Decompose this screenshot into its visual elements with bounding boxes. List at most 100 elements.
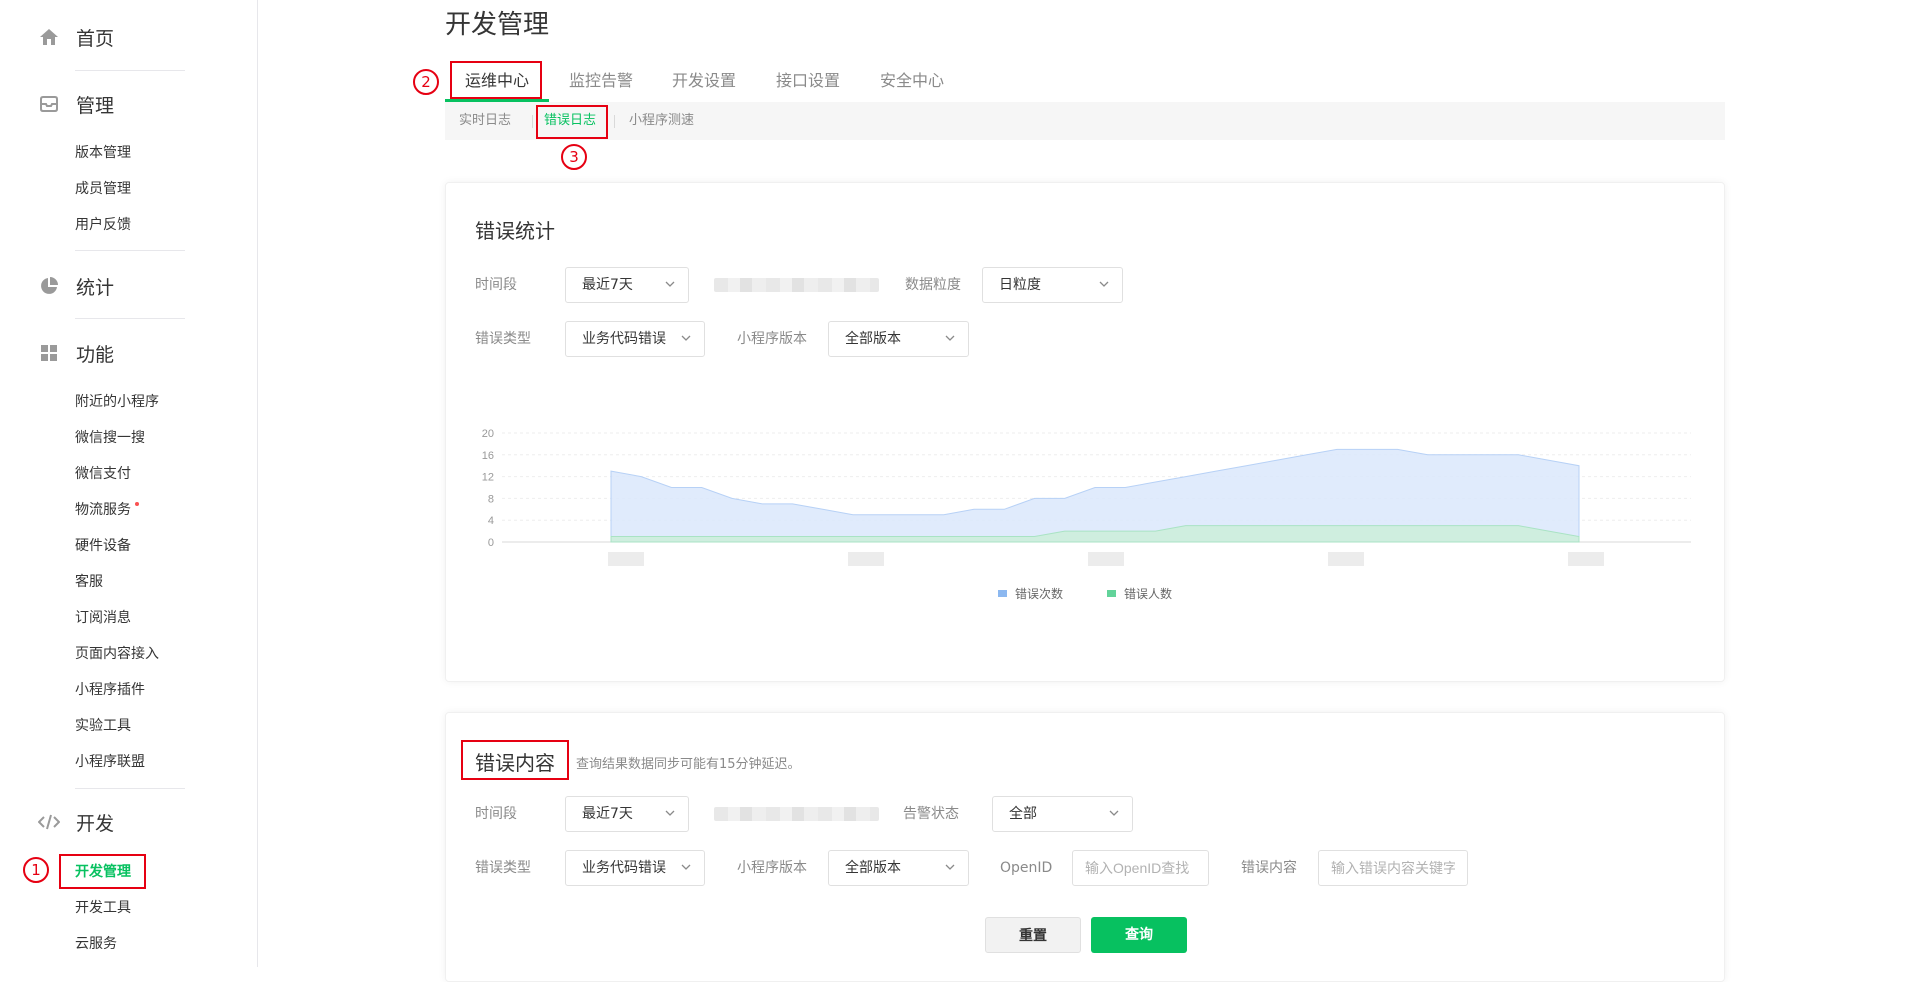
version-value: 全部版本	[845, 331, 901, 347]
error-stats-card: 错误统计 时间段 最近7天 数据粒度 日粒度 错误类型 业务代码错误 小程序版本…	[445, 182, 1725, 682]
error-content-card: 错误内容 查询结果数据同步可能有15分钟延迟。 时间段 最近7天 告警状态 全部…	[445, 712, 1725, 982]
nav-develop-label: 开发	[76, 812, 115, 835]
chevron-down-icon	[681, 335, 691, 341]
version-select[interactable]: 全部版本	[828, 321, 969, 357]
y-tick-label: 20	[482, 428, 494, 440]
nav-divider	[75, 318, 185, 319]
x-tick-label-blurred	[1088, 552, 1124, 566]
reset-button[interactable]: 重置	[985, 917, 1081, 953]
subtab-realtime-log[interactable]: 实时日志	[459, 102, 511, 140]
sidebar-item-page-content[interactable]: 页面内容接入	[75, 644, 159, 664]
y-tick-label: 0	[488, 537, 494, 549]
sidebar-item-subscribe-msg[interactable]: 订阅消息	[75, 608, 131, 628]
openid-label: OpenID	[1000, 860, 1053, 876]
tab-security-center[interactable]: 安全中心	[880, 60, 944, 102]
tab-monitor-alert[interactable]: 监控告警	[569, 60, 633, 102]
legend-error-users-label: 错误人数	[1124, 587, 1173, 601]
legend-error-count-label: 错误次数	[1015, 587, 1064, 601]
sidebar-item-logistics[interactable]: 物流服务	[75, 500, 139, 520]
chevron-down-icon	[945, 335, 955, 341]
y-tick-label: 12	[482, 472, 494, 484]
tab-dev-settings[interactable]: 开发设置	[672, 60, 736, 102]
chevron-down-icon	[1109, 810, 1119, 816]
sidebar-item-hardware[interactable]: 硬件设备	[75, 536, 131, 556]
alert-status-select[interactable]: 全部	[992, 796, 1133, 832]
error-content-label: 错误内容	[1241, 860, 1297, 876]
x-tick-label-blurred	[608, 552, 644, 566]
content-version-label: 小程序版本	[737, 860, 807, 876]
sidebar-item-lab-tools[interactable]: 实验工具	[75, 716, 131, 736]
sidebar-item-pay[interactable]: 微信支付	[75, 464, 131, 484]
granularity-label: 数据粒度	[905, 277, 961, 293]
legend-swatch-error-count	[998, 590, 1007, 597]
error-type-label: 错误类型	[475, 331, 531, 347]
content-time-select[interactable]: 最近7天	[565, 796, 689, 832]
query-button[interactable]: 查询	[1091, 917, 1187, 953]
subtab-speed-test[interactable]: 小程序测速	[629, 102, 694, 140]
sidebar-item-plugins[interactable]: 小程序插件	[75, 680, 145, 700]
annotation-marker-2: 2	[413, 69, 439, 95]
openid-input[interactable]	[1072, 850, 1209, 886]
content-error-type-select[interactable]: 业务代码错误	[565, 850, 705, 886]
legend-error-count[interactable]: 错误次数	[998, 585, 1063, 602]
sidebar-item-dev-tools[interactable]: 开发工具	[75, 898, 131, 918]
legend-swatch-error-users	[1107, 590, 1116, 597]
sidebar-item-logistics-label: 物流服务	[75, 502, 131, 518]
alert-status-value: 全部	[1009, 806, 1037, 822]
content-version-value: 全部版本	[845, 860, 901, 876]
subtab-separator	[532, 115, 533, 128]
y-tick-label: 16	[482, 450, 494, 462]
content-time-value: 最近7天	[582, 806, 633, 822]
chevron-down-icon	[681, 864, 691, 870]
grid-icon	[38, 342, 60, 364]
nav-stats-label: 统计	[76, 276, 115, 299]
sidebar-item-version-manage[interactable]: 版本管理	[75, 143, 131, 163]
time-range-select[interactable]: 最近7天	[565, 267, 689, 303]
error-type-value: 业务代码错误	[582, 331, 666, 347]
nav-manage-label: 管理	[76, 94, 115, 117]
nav-features-label: 功能	[76, 343, 115, 366]
nav-stats[interactable]: 统计	[38, 271, 114, 301]
annotation-marker-1: 1	[23, 857, 49, 883]
nav-manage[interactable]: 管理	[38, 89, 114, 119]
sidebar-item-search[interactable]: 微信搜一搜	[75, 428, 145, 448]
nav-home[interactable]: 首页	[38, 22, 114, 52]
sidebar-item-user-feedback[interactable]: 用户反馈	[75, 215, 131, 235]
error-trend-chart: 0 4 8 12 16 20	[482, 428, 1691, 566]
chevron-down-icon	[945, 864, 955, 870]
y-tick-label: 8	[488, 493, 494, 505]
version-label: 小程序版本	[737, 331, 807, 347]
error-type-select[interactable]: 业务代码错误	[565, 321, 705, 357]
annotation-box-error-content	[461, 740, 569, 780]
sub-tabs: 实时日志 错误日志 小程序测速	[445, 102, 1725, 140]
inbox-icon	[38, 93, 60, 115]
nav-develop[interactable]: 开发	[38, 807, 114, 837]
error-stats-title: 错误统计	[475, 219, 555, 243]
content-version-select[interactable]: 全部版本	[828, 850, 969, 886]
sidebar-item-member-manage[interactable]: 成员管理	[75, 179, 131, 199]
legend-error-users[interactable]: 错误人数	[1107, 585, 1172, 602]
content-date-range-blurred	[714, 807, 879, 821]
date-range-blurred	[714, 278, 879, 292]
home-icon	[38, 26, 60, 48]
error-content-input[interactable]	[1318, 850, 1468, 886]
content-error-type-label: 错误类型	[475, 860, 531, 876]
sidebar-item-customer-service[interactable]: 客服	[75, 572, 103, 592]
code-icon	[38, 811, 60, 833]
annotation-box-ops-center	[450, 61, 542, 99]
tab-api-settings[interactable]: 接口设置	[776, 60, 840, 102]
granularity-select[interactable]: 日粒度	[982, 267, 1123, 303]
x-tick-label-blurred	[1328, 552, 1364, 566]
x-tick-label-blurred	[1568, 552, 1604, 566]
x-tick-label-blurred	[848, 552, 884, 566]
y-tick-label: 4	[488, 515, 494, 527]
annotation-box-dev-manage	[59, 854, 146, 889]
chevron-down-icon	[1099, 281, 1109, 287]
nav-features[interactable]: 功能	[38, 338, 114, 368]
sidebar-item-alliance[interactable]: 小程序联盟	[75, 752, 145, 772]
content-time-label: 时间段	[475, 806, 517, 822]
annotation-box-error-log	[536, 105, 608, 139]
subtab-separator	[614, 115, 615, 128]
sidebar-item-nearby[interactable]: 附近的小程序	[75, 392, 159, 412]
sidebar-item-cloud[interactable]: 云服务	[75, 934, 117, 954]
